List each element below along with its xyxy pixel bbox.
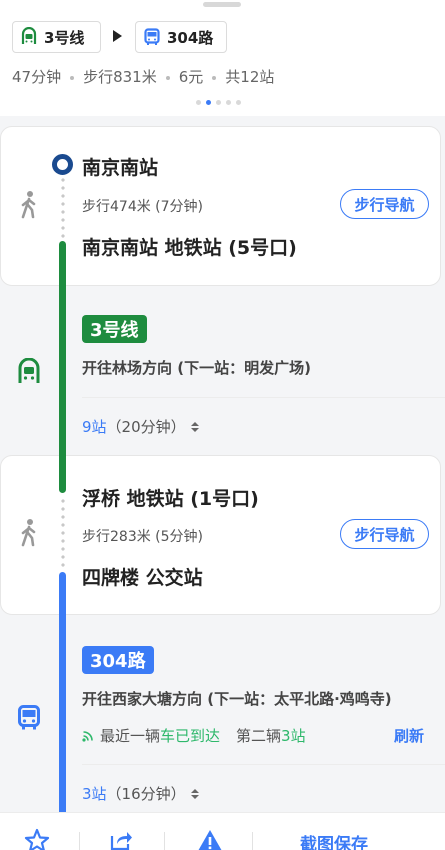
- plan-pager[interactable]: [196, 100, 241, 105]
- bus-icon: [18, 705, 40, 730]
- pager-dot[interactable]: [236, 100, 241, 105]
- trip-summary: 47分钟 步行831米 6元 共12站: [12, 66, 274, 87]
- bus-stop-name: 四牌楼 公交站: [82, 567, 203, 589]
- realtime-prefix: 最近一辆: [100, 727, 161, 745]
- metro-icon: [18, 358, 40, 383]
- route-chip-metro-label: 3号线: [44, 28, 85, 47]
- toolbar-separator: [164, 832, 165, 850]
- metro-stops-toggle[interactable]: 9站（20分钟）: [82, 416, 200, 437]
- walk-icon: [21, 191, 36, 219]
- divider: [82, 764, 445, 765]
- pager-dot[interactable]: [216, 100, 221, 105]
- metro-exit-name: 浮桥 地铁站 (1号口): [82, 488, 259, 510]
- bus-stops-time: （16分钟）: [106, 785, 186, 803]
- metro-icon: [21, 27, 37, 44]
- bus-route-line: [59, 572, 66, 822]
- metro-stops-time: （20分钟）: [106, 418, 186, 436]
- metro-stops-count: 9站: [82, 418, 107, 436]
- expand-icon: [191, 789, 200, 799]
- pager-dot-active[interactable]: [206, 100, 211, 105]
- start-point-marker: [52, 154, 73, 175]
- route-arrow-icon: [113, 30, 122, 42]
- walk-dotted-line: [61, 497, 65, 569]
- expand-icon: [191, 422, 200, 432]
- walk-nav-button-1[interactable]: 步行导航: [340, 189, 429, 219]
- metro-line-badge: 3号线: [82, 315, 147, 343]
- route-chip-metro[interactable]: 3号线: [12, 21, 101, 53]
- route-chip-bus-label: 304路: [167, 28, 214, 47]
- separator-dot: [70, 75, 75, 80]
- pager-dot[interactable]: [226, 100, 231, 105]
- metro-entrance-name: 南京南站 地铁站 (5号口): [82, 237, 297, 259]
- trip-price: 6元: [178, 68, 204, 86]
- toolbar-separator: [252, 832, 253, 850]
- second-bus-prefix: 第二辆: [236, 727, 282, 745]
- second-bus-value: 3站: [281, 727, 306, 745]
- metro-direction: 开往林场方向 (下一站：明发广场): [82, 359, 311, 377]
- bus-stops-count: 3站: [82, 785, 107, 803]
- pager-dot[interactable]: [196, 100, 201, 105]
- walk-nav-button-2[interactable]: 步行导航: [340, 519, 429, 549]
- bus-direction: 开往西家大塘方向 (下一站：太平北路·鸡鸣寺): [82, 690, 392, 708]
- route-chip-bus[interactable]: 304路: [135, 21, 227, 53]
- walk-dotted-line: [61, 176, 65, 238]
- realtime-status: 车已到达: [160, 727, 221, 745]
- separator-dot: [212, 75, 217, 80]
- trip-walk-distance: 步行831米: [83, 68, 157, 86]
- separator-dot: [165, 75, 170, 80]
- bus-stops-toggle[interactable]: 3站（16分钟）: [82, 783, 200, 804]
- toolbar-separator: [79, 832, 80, 850]
- star-icon[interactable]: [24, 828, 50, 850]
- save-screenshot-button[interactable]: 截图保存: [300, 830, 368, 850]
- trip-duration: 47分钟: [12, 68, 62, 86]
- realtime-signal-icon: [82, 730, 93, 742]
- refresh-button[interactable]: 刷新: [394, 725, 424, 746]
- bus-line-badge: 304路: [82, 646, 154, 674]
- walk-icon: [21, 519, 36, 547]
- walk-step-2-text: 步行283米 (5分钟): [82, 529, 204, 545]
- bus-icon: [144, 28, 160, 45]
- share-icon[interactable]: [108, 828, 134, 850]
- divider: [82, 397, 445, 398]
- metro-route-line: [59, 241, 66, 493]
- start-station-name: 南京南站: [82, 157, 159, 179]
- bus-realtime-info: 最近一辆 车已到达 第二辆 3站: [82, 725, 306, 746]
- drag-handle[interactable]: [203, 2, 241, 7]
- route-summary-header: [0, 0, 445, 116]
- walk-step-1-text: 步行474米 (7分钟): [82, 199, 204, 215]
- trip-stop-count: 共12站: [225, 68, 275, 86]
- warning-icon[interactable]: [196, 828, 224, 850]
